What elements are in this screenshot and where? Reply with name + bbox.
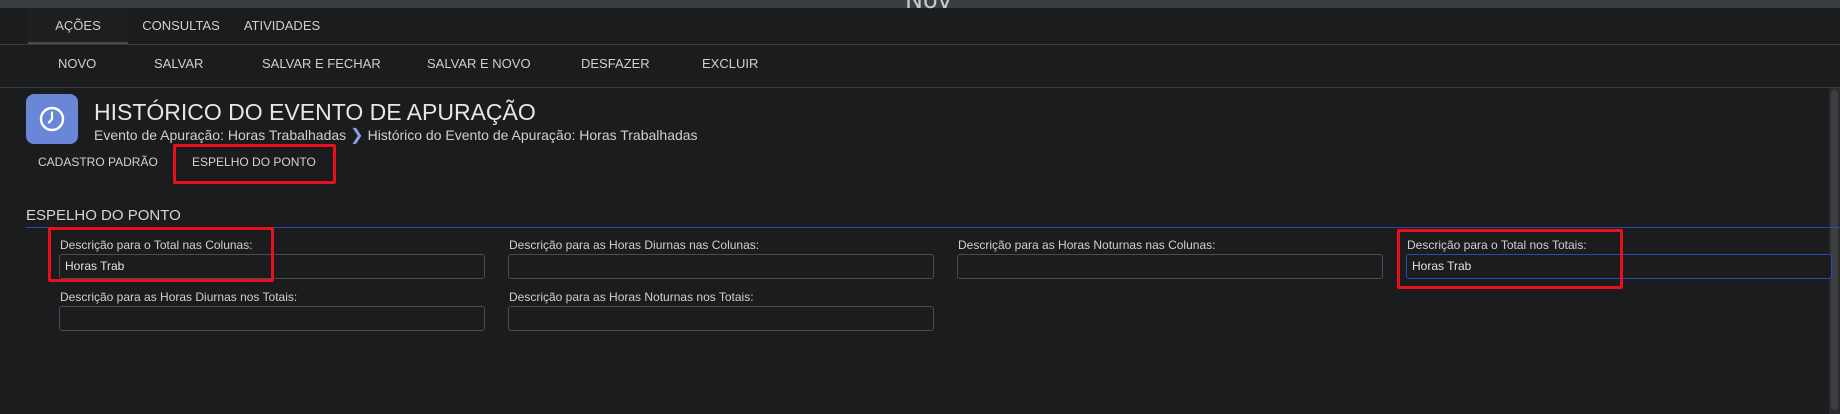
field-label-noturnas-colunas: Descrição para as Horas Noturnas nas Col… xyxy=(958,238,1216,252)
salvar-e-fechar-button[interactable]: SALVAR E FECHAR xyxy=(262,45,381,87)
field-label-total-colunas: Descrição para o Total nas Colunas: xyxy=(60,238,253,252)
salvar-e-novo-button[interactable]: SALVAR E NOVO xyxy=(427,45,531,87)
tab-consultas[interactable]: CONSULTAS xyxy=(138,8,224,44)
breadcrumb-item-historico: Histórico do Evento de Apuração: Horas T… xyxy=(367,127,698,143)
field-label-diurnas-totais: Descrição para as Horas Diurnas nos Tota… xyxy=(60,290,298,304)
breadcrumb-item-evento[interactable]: Evento de Apuração: Horas Trabalhadas xyxy=(94,127,346,143)
field-label-diurnas-colunas: Descrição para as Horas Diurnas nas Colu… xyxy=(509,238,760,252)
excluir-button[interactable]: EXCLUIR xyxy=(702,45,758,87)
diurnas-colunas-input[interactable] xyxy=(508,254,934,279)
subtab-cadastro-padrao[interactable]: CADASTRO PADRÃO xyxy=(38,155,158,169)
scrollbar-thumb[interactable] xyxy=(1831,90,1838,410)
window-top-strip: Nov xyxy=(0,0,1840,14)
clock-icon xyxy=(26,94,78,144)
breadcrumb: Evento de Apuração: Horas Trabalhadas ❯ Hi… xyxy=(94,125,698,145)
section-title: ESPELHO DO PONTO xyxy=(26,207,181,224)
vertical-scrollbar[interactable] xyxy=(1829,88,1840,414)
noturnas-totais-input[interactable] xyxy=(508,306,934,331)
ribbon-tabs: AÇÕES CONSULTAS ATIVIDADES xyxy=(0,8,1840,45)
subtab-espelho-do-ponto[interactable]: ESPELHO DO PONTO xyxy=(192,155,316,169)
page-title: HISTÓRICO DO EVENTO DE APURAÇÃO xyxy=(94,99,536,125)
tab-acoes[interactable]: AÇÕES xyxy=(28,8,128,44)
salvar-button[interactable]: SALVAR xyxy=(154,45,203,87)
diurnas-totais-input[interactable] xyxy=(59,306,485,331)
novo-button[interactable]: NOVO xyxy=(58,45,96,87)
tab-atividades[interactable]: ATIVIDADES xyxy=(240,8,324,44)
desfazer-button[interactable]: DESFAZER xyxy=(581,45,650,87)
total-colunas-input[interactable]: Horas Trab xyxy=(59,254,485,279)
field-label-noturnas-totais: Descrição para as Horas Noturnas nos Tot… xyxy=(509,290,754,304)
noturnas-colunas-input[interactable] xyxy=(957,254,1383,279)
field-label-total-totais: Descrição para o Total nos Totais: xyxy=(1407,238,1587,252)
action-toolbar: NOVO SALVAR SALVAR E FECHAR SALVAR E NOV… xyxy=(0,45,1840,88)
total-totais-input[interactable]: Horas Trab xyxy=(1406,254,1832,279)
chevron-right-icon: ❯ xyxy=(350,127,364,144)
section-divider xyxy=(26,227,1840,228)
